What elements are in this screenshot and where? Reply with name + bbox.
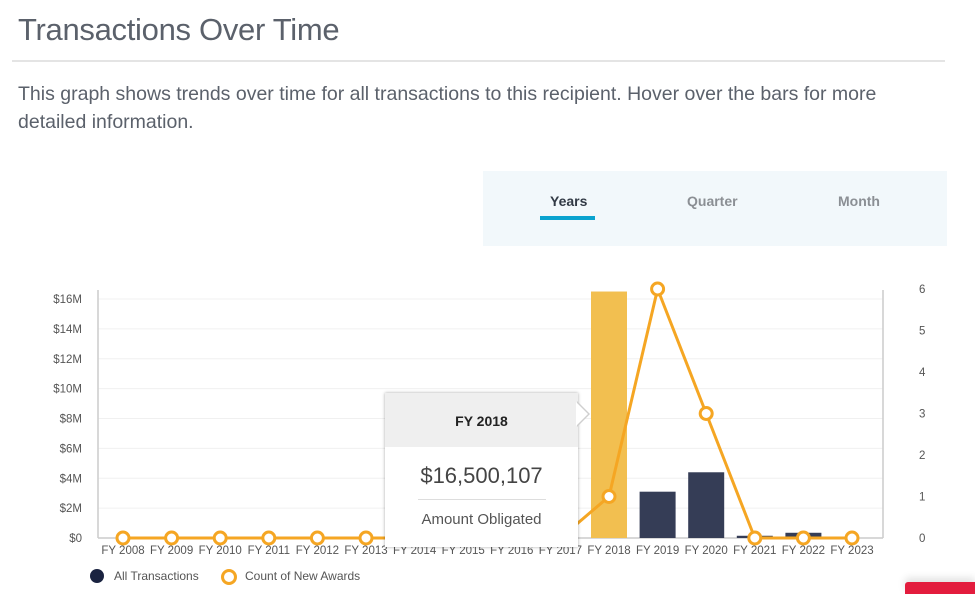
y-right-tick-label: 6 bbox=[919, 284, 925, 296]
tooltip-pointer bbox=[576, 401, 590, 427]
y-axis-left-ticks: $0 $2M $4M $6M $8M $10M $12M $14M $16M bbox=[53, 294, 82, 545]
y-left-tick-label: $0 bbox=[69, 533, 82, 545]
awards-point bbox=[747, 530, 763, 546]
filled-circle-icon bbox=[90, 569, 104, 583]
legend-label: Count of New Awards bbox=[245, 569, 361, 583]
y-right-tick-label: 3 bbox=[919, 409, 925, 421]
chart-tooltip: FY 2018 $16,500,107 Amount Obligated bbox=[385, 393, 590, 547]
legend-label: All Transactions bbox=[114, 569, 199, 583]
y-left-tick-label: $4M bbox=[60, 473, 82, 485]
awards-point bbox=[844, 530, 860, 546]
y-left-tick-label: $12M bbox=[53, 354, 82, 366]
bar-fy-2019 bbox=[639, 491, 676, 538]
tooltip-divider bbox=[417, 499, 546, 500]
x-tick-label: FY 2008 bbox=[101, 545, 144, 557]
x-tick-label: FY 2021 bbox=[733, 545, 776, 557]
y-left-tick-label: $10M bbox=[53, 384, 82, 396]
awards-point bbox=[212, 530, 228, 546]
x-tick-label: FY 2023 bbox=[830, 545, 873, 557]
feedback-button[interactable] bbox=[905, 582, 975, 594]
tooltip-value: $16,500,107 bbox=[420, 463, 543, 488]
x-tick-label: FY 2019 bbox=[636, 545, 679, 557]
x-tick-label: FY 2010 bbox=[199, 545, 242, 557]
awards-point bbox=[650, 281, 666, 297]
x-tick-label: FY 2011 bbox=[248, 545, 290, 557]
awards-point bbox=[115, 530, 131, 546]
awards-point bbox=[358, 530, 374, 546]
x-tick-label: FY 2020 bbox=[685, 545, 728, 557]
awards-point bbox=[164, 530, 180, 546]
y-left-tick-label: $14M bbox=[53, 324, 82, 336]
y-right-tick-label: 0 bbox=[919, 533, 925, 545]
y-right-tick-label: 4 bbox=[919, 367, 926, 379]
x-tick-label: FY 2022 bbox=[782, 545, 825, 557]
x-tick-label: FY 2013 bbox=[344, 545, 387, 557]
tooltip-title: FY 2018 bbox=[385, 393, 578, 447]
y-left-tick-label: $6M bbox=[60, 443, 82, 455]
y-left-tick-label: $8M bbox=[60, 414, 82, 426]
awards-point bbox=[601, 489, 617, 504]
x-tick-label: FY 2018 bbox=[587, 545, 630, 557]
y-left-tick-label: $16M bbox=[53, 294, 82, 306]
y-axis-right-ticks: 0 1 2 3 4 5 6 bbox=[919, 284, 926, 545]
y-right-tick-label: 2 bbox=[919, 450, 925, 462]
y-left-tick-label: $2M bbox=[60, 503, 82, 515]
awards-point bbox=[309, 530, 325, 546]
y-right-tick-label: 1 bbox=[919, 492, 925, 504]
awards-point bbox=[795, 530, 811, 546]
y-right-tick-label: 5 bbox=[919, 326, 925, 338]
x-tick-label: FY 2012 bbox=[296, 545, 339, 557]
tooltip-label: Amount Obligated bbox=[421, 511, 542, 528]
x-tick-label: FY 2009 bbox=[150, 545, 193, 557]
ring-circle-icon bbox=[221, 569, 237, 585]
awards-point bbox=[261, 530, 277, 546]
bar-fy-2020 bbox=[688, 472, 725, 538]
awards-point bbox=[698, 406, 714, 421]
